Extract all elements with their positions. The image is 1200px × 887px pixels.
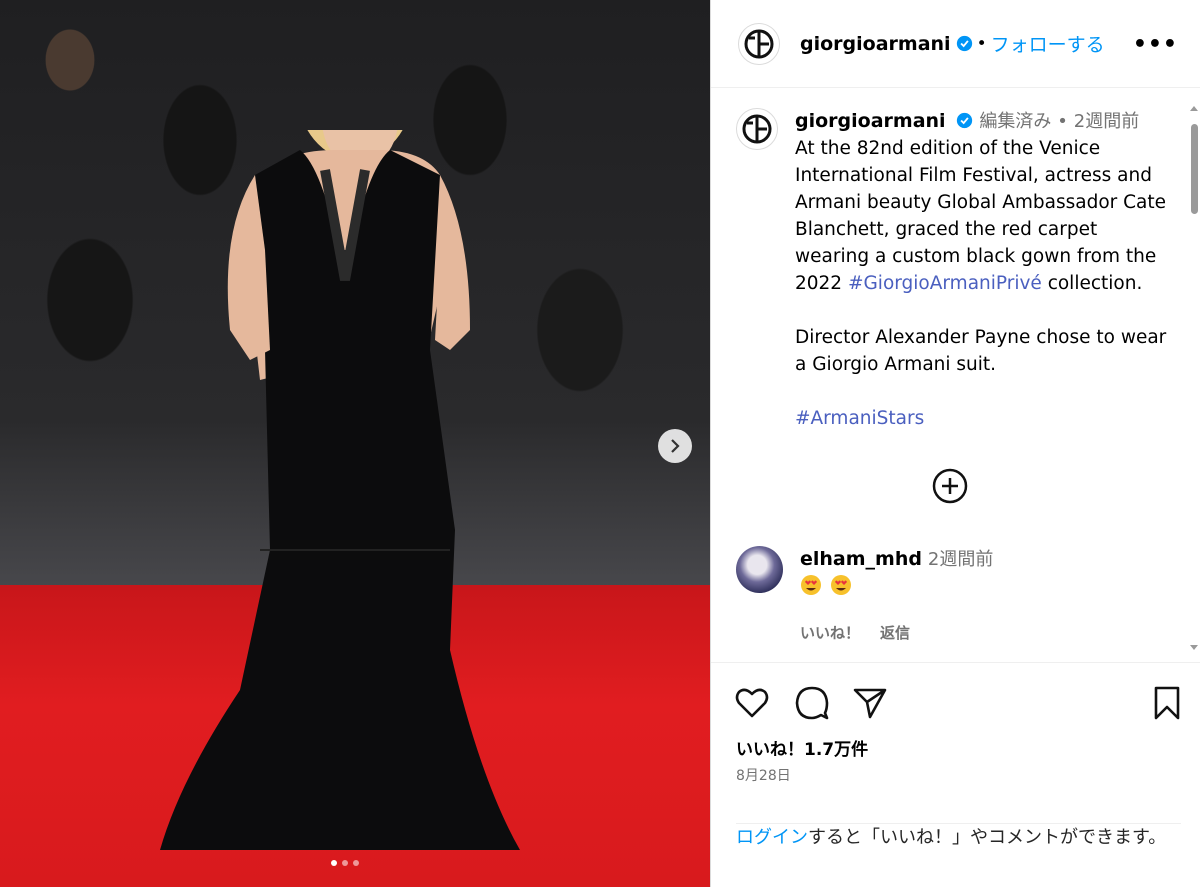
- hashtag-link[interactable]: #ArmaniStars: [795, 408, 924, 429]
- chevron-right-icon: [671, 439, 680, 453]
- instagram-post: giorgioarmani • フォローする ••• giorgioarmani: [0, 0, 1200, 887]
- caption-header: giorgioarmani 編集済み • 2週間前: [795, 108, 1170, 135]
- armani-logo-avatar[interactable]: [738, 22, 780, 65]
- heart-eyes-emoji-icon: [801, 575, 821, 595]
- carousel-dot: [353, 860, 359, 866]
- carousel-dot: [342, 860, 348, 866]
- comment-actions: いいね！ 返信: [800, 620, 993, 647]
- scroll-down-arrow-icon[interactable]: [1190, 645, 1198, 650]
- armani-logo-icon: [744, 29, 774, 58]
- likes-count[interactable]: いいね！1.7万件: [736, 735, 868, 760]
- carousel-indicator: [331, 860, 359, 866]
- post-caption: giorgioarmani 編集済み • 2週間前 At the 82nd ed…: [711, 88, 1186, 459]
- verified-badge-icon: [956, 35, 973, 52]
- comments-area[interactable]: giorgioarmani 編集済み • 2週間前 At the 82nd ed…: [711, 88, 1186, 658]
- caption-separator: •: [1057, 111, 1068, 132]
- post-photo[interactable]: [0, 0, 710, 887]
- share-icon[interactable]: [852, 685, 888, 721]
- bookmark-icon[interactable]: [1149, 685, 1185, 721]
- login-prompt: ログインすると「いいね！」やコメントができます。: [736, 823, 1181, 851]
- caption-text: At the 82nd edition of the Venice Intern…: [795, 135, 1170, 432]
- comment-time: 2週間前: [927, 549, 994, 570]
- heart-icon[interactable]: [734, 685, 770, 721]
- hashtag-link[interactable]: #GiorgioArmaniPrivé: [848, 273, 1042, 294]
- commenter-avatar[interactable]: [736, 546, 783, 593]
- follow-button[interactable]: フォローする: [991, 30, 1105, 57]
- caption-paragraph2: Director Alexander Payne chose to wear a…: [795, 327, 1167, 375]
- post-date[interactable]: 8月28日: [736, 765, 791, 785]
- carousel-dot: [331, 860, 337, 866]
- verified-badge-icon: [956, 112, 973, 129]
- more-options-icon[interactable]: •••: [1133, 32, 1178, 57]
- comment-like-button[interactable]: いいね！: [800, 620, 860, 647]
- commenter-username[interactable]: elham_mhd: [800, 548, 922, 570]
- caption-edited: 編集済み: [979, 111, 1052, 132]
- load-more-comments-button[interactable]: [932, 468, 968, 504]
- comments-scrollbar[interactable]: [1188, 100, 1200, 656]
- caption-paragraph1-pre: At the 82nd edition of the Venice Intern…: [795, 138, 1167, 294]
- carousel-next-button[interactable]: [658, 429, 692, 463]
- scrollbar-thumb[interactable]: [1191, 124, 1198, 214]
- comment-reply-button[interactable]: 返信: [880, 620, 910, 647]
- plus-circle-icon: [932, 468, 968, 504]
- caption-body: giorgioarmani 編集済み • 2週間前 At the 82nd ed…: [795, 108, 1170, 459]
- follow-separator: •: [976, 33, 987, 54]
- caption-time: 2週間前: [1073, 111, 1140, 132]
- comment-item: elham_mhd 2週間前 いいね！ 返信: [736, 546, 993, 647]
- post-header: giorgioarmani • フォローする •••: [711, 0, 1200, 88]
- login-link[interactable]: ログイン: [736, 827, 808, 848]
- login-prompt-text: すると「いいね！」やコメントができます。: [808, 827, 1167, 848]
- armani-logo-icon: [742, 114, 772, 144]
- post-details-panel: giorgioarmani • フォローする ••• giorgioarmani: [710, 0, 1200, 887]
- caption-avatar[interactable]: [736, 108, 778, 150]
- comment-text: [800, 573, 993, 600]
- caption-paragraph1-post: collection.: [1041, 273, 1143, 294]
- woman-in-black-gown: [160, 130, 520, 850]
- comment-icon[interactable]: [794, 685, 830, 721]
- account-username[interactable]: giorgioarmani: [800, 33, 951, 55]
- heart-eyes-emoji-icon: [831, 575, 851, 595]
- scroll-up-arrow-icon[interactable]: [1190, 106, 1198, 111]
- caption-username[interactable]: giorgioarmani: [795, 110, 946, 132]
- comment-body: elham_mhd 2週間前 いいね！ 返信: [800, 546, 993, 647]
